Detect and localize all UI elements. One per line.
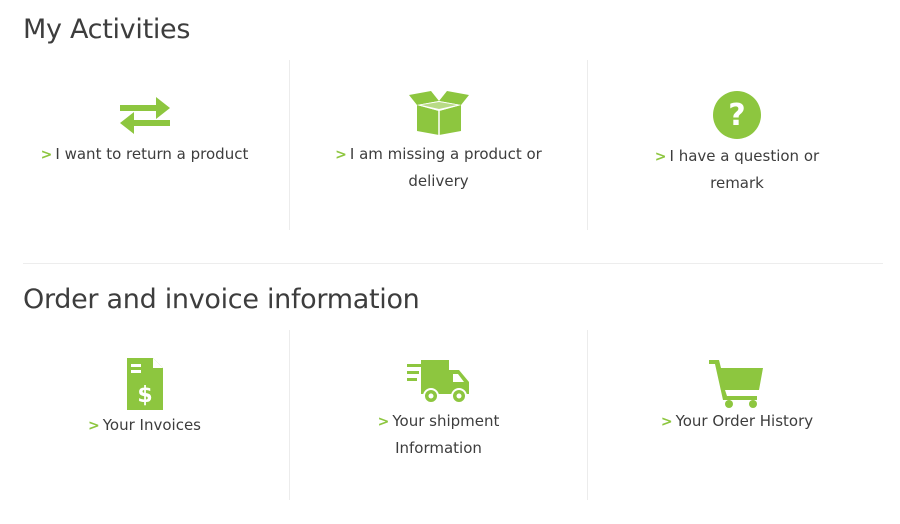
shipment-link[interactable]: > Your shipment Information xyxy=(290,408,587,461)
invoices-tile[interactable]: $ > Your Invoices xyxy=(0,330,289,500)
order-history-link[interactable]: > Your Order History xyxy=(587,408,887,435)
fast-truck-icon xyxy=(406,360,469,404)
missing-product-link[interactable]: > I am missing a product or delivery xyxy=(290,141,587,194)
svg-text:?: ? xyxy=(728,98,745,133)
question-remark-link[interactable]: > I have a question or remark xyxy=(587,143,887,196)
question-circle-icon: ? xyxy=(713,91,761,139)
section-title-order-invoice: Order and invoice information xyxy=(23,284,420,315)
shipment-tile[interactable]: > Your shipment Information xyxy=(289,330,588,500)
chevron-right-icon: > xyxy=(660,414,673,430)
exchange-arrows-icon xyxy=(119,97,170,134)
section-divider xyxy=(23,263,883,264)
invoices-link[interactable]: > Your Invoices xyxy=(0,412,289,439)
open-box-icon xyxy=(408,91,469,135)
section-title-my-activities: My Activities xyxy=(23,14,191,45)
invoice-dollar-icon: $ xyxy=(126,358,163,410)
chevron-right-icon: > xyxy=(654,149,667,165)
order-tiles: $ > Your Invoices > Your shipment Informati… xyxy=(0,330,900,500)
chevron-right-icon: > xyxy=(40,147,53,163)
shopping-cart-icon xyxy=(709,360,763,408)
chevron-right-icon: > xyxy=(88,418,100,434)
chevron-right-icon: > xyxy=(377,414,390,430)
activities-tiles: > I want to return a product > I am missin… xyxy=(0,60,900,230)
order-history-tile[interactable]: > Your Order History xyxy=(587,330,887,500)
chevron-right-icon: > xyxy=(335,147,347,163)
missing-product-tile[interactable]: > I am missing a product or delivery xyxy=(289,60,588,230)
question-remark-tile[interactable]: ? > I have a question or remark xyxy=(587,60,887,230)
svg-text:$: $ xyxy=(137,383,152,408)
return-product-tile[interactable]: > I want to return a product xyxy=(0,60,289,230)
return-product-link[interactable]: > I want to return a product xyxy=(0,141,289,168)
